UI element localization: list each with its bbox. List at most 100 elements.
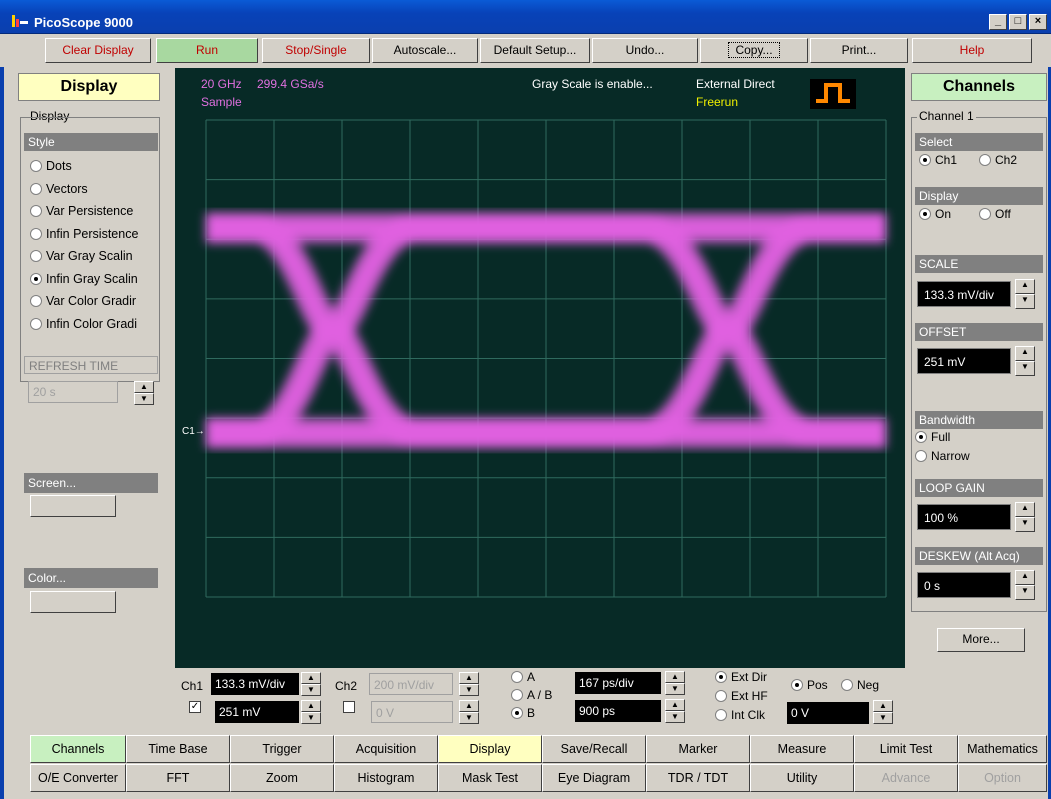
tab-marker[interactable]: Marker bbox=[646, 735, 750, 763]
neg-radio-icon[interactable] bbox=[841, 679, 853, 691]
close-button[interactable]: × bbox=[1029, 14, 1047, 30]
offset-down-icon[interactable]: ▼ bbox=[1015, 361, 1035, 376]
ch2-scale-down-icon[interactable]: ▼ bbox=[459, 684, 479, 696]
loop-gain-up-icon[interactable]: ▲ bbox=[1015, 502, 1035, 517]
off-radio-icon[interactable] bbox=[979, 208, 991, 220]
select-ch1[interactable]: Ch1 bbox=[919, 153, 957, 167]
timebase-a[interactable]: A bbox=[511, 670, 535, 684]
deskew-up-icon[interactable]: ▲ bbox=[1015, 570, 1035, 585]
select-ch2[interactable]: Ch2 bbox=[979, 153, 1017, 167]
deskew-spinner[interactable]: ▲ ▼ bbox=[1015, 570, 1035, 600]
ch2-scale-field[interactable]: 200 mV/div bbox=[369, 673, 453, 695]
autoscale-button[interactable]: Autoscale... bbox=[372, 38, 478, 63]
tab-option[interactable]: Option bbox=[958, 764, 1047, 792]
scale-up-icon[interactable]: ▲ bbox=[1015, 279, 1035, 294]
refresh-time-spinner[interactable]: ▲ ▼ bbox=[134, 381, 154, 405]
style-option-var-color-gradir[interactable]: Var Color Gradir bbox=[24, 290, 158, 313]
ch1-scale-down-icon[interactable]: ▼ bbox=[301, 684, 321, 696]
ch1-scale-field[interactable]: 133.3 mV/div bbox=[211, 673, 299, 695]
pos-radio-icon[interactable] bbox=[791, 679, 803, 691]
tab-fft[interactable]: FFT bbox=[126, 764, 230, 792]
tab-utility[interactable]: Utility bbox=[750, 764, 854, 792]
ch1-offset-up-icon[interactable]: ▲ bbox=[301, 700, 321, 712]
timebase-ab[interactable]: A / B bbox=[511, 688, 552, 702]
time-per-div-field[interactable]: 167 ps/div bbox=[575, 672, 661, 694]
radio-icon[interactable] bbox=[30, 205, 42, 218]
tab-mask-test[interactable]: Mask Test bbox=[438, 764, 542, 792]
ch2-scale-spinner[interactable]: ▲ ▼ bbox=[459, 672, 479, 696]
ch1-offset-field[interactable]: 251 mV bbox=[215, 701, 299, 723]
radio-icon[interactable] bbox=[30, 295, 42, 308]
help-button[interactable]: Help bbox=[912, 38, 1032, 63]
style-option-infin-gray-scalin[interactable]: Infin Gray Scalin bbox=[24, 268, 158, 291]
scale-spinner[interactable]: ▲ ▼ bbox=[1015, 279, 1035, 309]
tab-histogram[interactable]: Histogram bbox=[334, 764, 438, 792]
refresh-time-field[interactable]: 20 s bbox=[28, 381, 118, 403]
offset-up-icon[interactable]: ▲ bbox=[1015, 346, 1035, 361]
ch1-scale-spinner[interactable]: ▲ ▼ bbox=[301, 672, 321, 696]
maximize-button[interactable]: □ bbox=[1009, 14, 1027, 30]
radio-icon[interactable] bbox=[30, 160, 42, 173]
radio-icon[interactable] bbox=[30, 272, 42, 285]
ch1-offset-spinner[interactable]: ▲ ▼ bbox=[301, 700, 321, 724]
time-per-div-spinner[interactable]: ▲ ▼ bbox=[665, 671, 685, 695]
radio-icon[interactable] bbox=[30, 317, 42, 330]
scope-display[interactable]: 20 GHz 299.4 GSa/s Sample Gray Scale is … bbox=[175, 68, 905, 668]
full-radio-icon[interactable] bbox=[915, 431, 927, 443]
ext-hf-radio-icon[interactable] bbox=[715, 690, 727, 702]
timebase-b[interactable]: B bbox=[511, 706, 535, 720]
ch1-radio-icon[interactable] bbox=[919, 154, 931, 166]
copy-button[interactable]: Copy... bbox=[700, 38, 808, 63]
ch2-offset-down-icon[interactable]: ▼ bbox=[459, 712, 479, 724]
print-button[interactable]: Print... bbox=[810, 38, 908, 63]
level-up-icon[interactable]: ▲ bbox=[873, 700, 893, 712]
tab-channels[interactable]: Channels bbox=[30, 735, 126, 763]
loop-gain-down-icon[interactable]: ▼ bbox=[1015, 517, 1035, 532]
style-option-var-gray-scalin[interactable]: Var Gray Scalin bbox=[24, 245, 158, 268]
timebase-ab-radio-icon[interactable] bbox=[511, 689, 523, 701]
offset-field[interactable]: 251 mV bbox=[917, 348, 1011, 374]
style-option-infin-persistence[interactable]: Infin Persistence bbox=[24, 223, 158, 246]
ch2-checkbox[interactable] bbox=[343, 701, 355, 713]
run-button[interactable]: Run bbox=[156, 38, 258, 63]
style-option-var-persistence[interactable]: Var Persistence bbox=[24, 200, 158, 223]
tab-time-base[interactable]: Time Base bbox=[126, 735, 230, 763]
style-option-dots[interactable]: Dots bbox=[24, 155, 158, 178]
ch1-offset-down-icon[interactable]: ▼ bbox=[301, 712, 321, 724]
ch2-offset-up-icon[interactable]: ▲ bbox=[459, 700, 479, 712]
tab-zoom[interactable]: Zoom bbox=[230, 764, 334, 792]
bandwidth-full[interactable]: Full bbox=[915, 430, 950, 444]
more-button[interactable]: More... bbox=[937, 628, 1025, 652]
tab-display[interactable]: Display bbox=[438, 735, 542, 763]
color-button[interactable] bbox=[30, 591, 116, 613]
slope-pos[interactable]: Pos bbox=[791, 678, 828, 692]
narrow-radio-icon[interactable] bbox=[915, 450, 927, 462]
screen-button[interactable] bbox=[30, 495, 116, 517]
clear-display-button[interactable]: Clear Display bbox=[45, 38, 151, 63]
display-off[interactable]: Off bbox=[979, 207, 1011, 221]
timebase-a-radio-icon[interactable] bbox=[511, 671, 523, 683]
radio-icon[interactable] bbox=[30, 250, 42, 263]
deskew-field[interactable]: 0 s bbox=[917, 572, 1011, 598]
time-down-icon[interactable]: ▼ bbox=[665, 683, 685, 695]
tab-acquisition[interactable]: Acquisition bbox=[334, 735, 438, 763]
tab-save-recall[interactable]: Save/Recall bbox=[542, 735, 646, 763]
undo-button[interactable]: Undo... bbox=[592, 38, 698, 63]
tab-eye-diagram[interactable]: Eye Diagram bbox=[542, 764, 646, 792]
trigger-ext-dir[interactable]: Ext Dir bbox=[715, 670, 767, 684]
level-down-icon[interactable]: ▼ bbox=[873, 712, 893, 724]
bandwidth-narrow[interactable]: Narrow bbox=[915, 449, 970, 463]
delay-spinner[interactable]: ▲ ▼ bbox=[665, 699, 685, 723]
tab-advance[interactable]: Advance bbox=[854, 764, 958, 792]
delay-down-icon[interactable]: ▼ bbox=[665, 711, 685, 723]
stop-single-button[interactable]: Stop/Single bbox=[262, 38, 370, 63]
tab-measure[interactable]: Measure bbox=[750, 735, 854, 763]
style-option-infin-color-gradi[interactable]: Infin Color Gradi bbox=[24, 313, 158, 336]
int-clk-radio-icon[interactable] bbox=[715, 709, 727, 721]
ch1-checkbox[interactable]: ✓ bbox=[189, 701, 201, 713]
radio-icon[interactable] bbox=[30, 227, 42, 240]
tab-limit-test[interactable]: Limit Test bbox=[854, 735, 958, 763]
loop-gain-spinner[interactable]: ▲ ▼ bbox=[1015, 502, 1035, 532]
trigger-level-spinner[interactable]: ▲ ▼ bbox=[873, 700, 893, 724]
minimize-button[interactable]: _ bbox=[989, 14, 1007, 30]
